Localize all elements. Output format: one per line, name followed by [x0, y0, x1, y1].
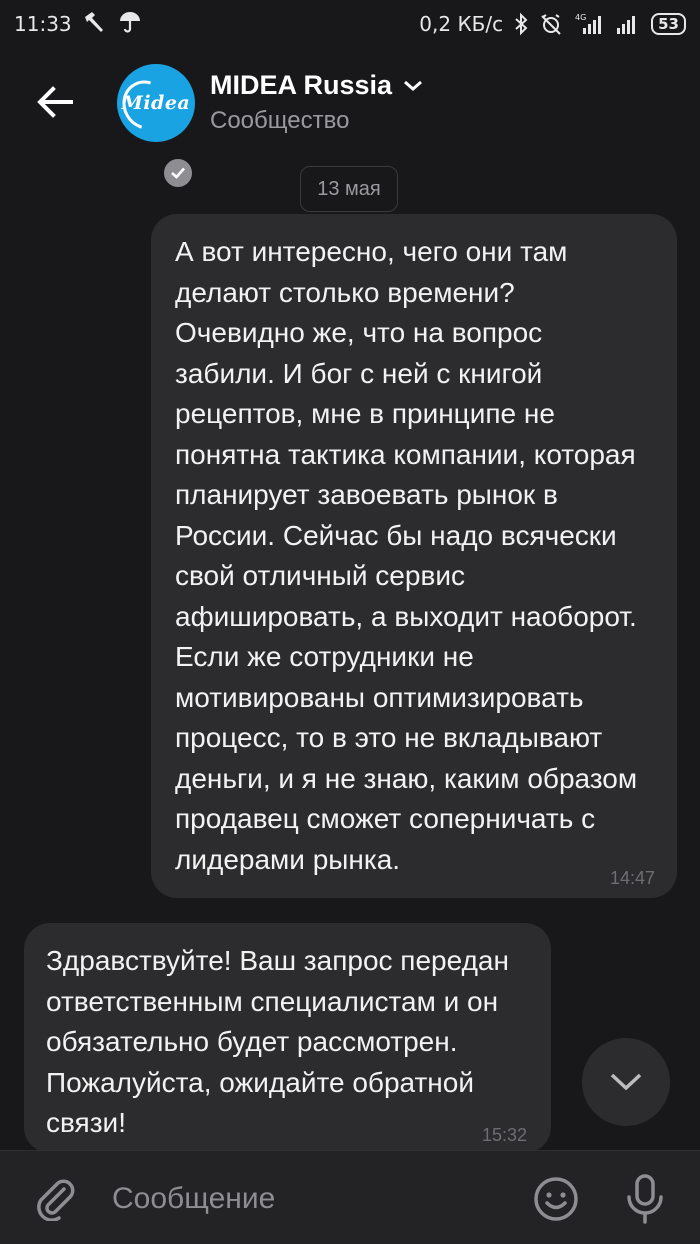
emoji-button[interactable] — [532, 1175, 580, 1223]
alarm-off-icon — [539, 12, 563, 36]
message-input[interactable] — [110, 1173, 514, 1225]
avatar[interactable]: Midea — [113, 64, 195, 142]
status-bar: 11:33 0,2 КБ/с 4G 53 — [0, 0, 700, 48]
chevron-down-icon — [404, 80, 423, 91]
paperclip-icon — [37, 1179, 75, 1222]
verified-check-icon — [161, 156, 195, 190]
chevron-down-icon — [610, 1073, 642, 1091]
status-right: 0,2 КБ/с 4G 53 — [419, 12, 686, 36]
chat-header: Midea MIDEA Russia Сообщество — [0, 48, 700, 190]
message-time: 15:32 — [481, 1125, 527, 1145]
message-bubble-incoming[interactable]: Здравствуйте! Ваш запрос передан ответст… — [24, 923, 551, 1153]
microphone-button[interactable] — [624, 1173, 666, 1225]
scroll-to-bottom-button[interactable] — [582, 1038, 670, 1126]
message-text: А вот интересно, чего они там делают сто… — [175, 236, 638, 875]
chat-title-block[interactable]: MIDEA Russia Сообщество — [210, 70, 424, 135]
signal-icon — [615, 12, 641, 36]
logo-arc — [113, 71, 179, 139]
message-text: Здравствуйте! Ваш запрос передан ответст… — [46, 945, 509, 1138]
battery-icon: 53 — [651, 13, 686, 35]
date-separator: 13 мая — [300, 166, 398, 212]
network-speed: 0,2 КБ/с — [419, 12, 504, 36]
message-bubble-outgoing[interactable]: А вот интересно, чего они там делают сто… — [151, 214, 677, 898]
status-left: 11:33 — [14, 10, 142, 39]
chat-subtitle: Сообщество — [210, 107, 350, 134]
back-arrow-icon — [37, 86, 73, 118]
chat-title: MIDEA Russia — [210, 70, 393, 100]
status-time: 11:33 — [14, 12, 72, 36]
message-time: 14:47 — [609, 868, 655, 888]
network-type: 4G — [575, 13, 586, 22]
attach-button[interactable] — [32, 1175, 78, 1222]
message-composer — [0, 1150, 700, 1244]
back-button[interactable] — [30, 80, 80, 124]
signal-icon: 4G — [573, 12, 605, 36]
bluetooth-icon — [513, 12, 529, 36]
umbrella-icon — [118, 10, 142, 39]
emoji-icon — [534, 1177, 578, 1221]
hammer-icon — [82, 10, 108, 39]
microphone-icon — [627, 1174, 663, 1224]
